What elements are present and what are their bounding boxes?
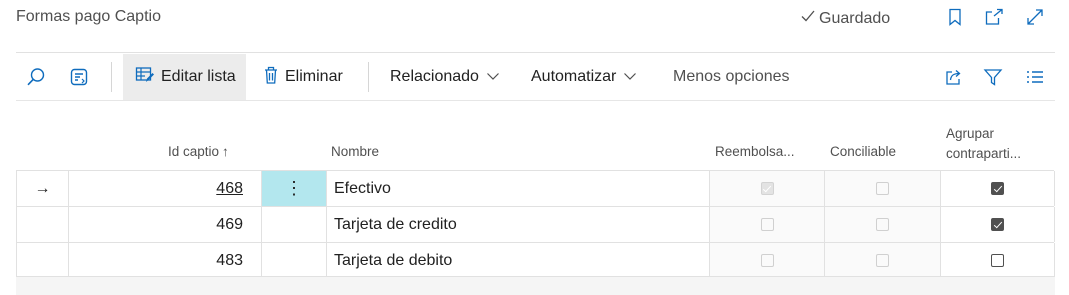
- chevron-down-icon: [623, 68, 637, 86]
- id-cell[interactable]: 469: [68, 207, 261, 242]
- column-header-reimbursable[interactable]: Reembolsa...: [715, 144, 795, 159]
- column-header-reconcilable[interactable]: Conciliable: [830, 144, 896, 159]
- filter-pane-icon[interactable]: [68, 66, 90, 88]
- row-actions-cell: [261, 207, 326, 242]
- name-cell[interactable]: Efectivo: [326, 171, 709, 206]
- id-cell[interactable]: 483: [68, 243, 261, 278]
- bookmark-icon[interactable]: [944, 6, 966, 28]
- table-row[interactable]: → 468 ⋮ Efectivo: [16, 170, 1055, 206]
- row-actions-button[interactable]: ⋮: [261, 171, 326, 206]
- group-checkbox[interactable]: [991, 218, 1004, 231]
- edit-list-button[interactable]: Editar lista: [123, 54, 246, 100]
- row-actions-cell: [261, 243, 326, 278]
- checkmark-icon: [800, 8, 816, 29]
- group-checkbox[interactable]: [991, 182, 1004, 195]
- share-icon[interactable]: [943, 66, 965, 88]
- edit-list-label: Editar lista: [161, 68, 236, 85]
- related-label: Relacionado: [390, 68, 479, 85]
- table-row[interactable]: 469 Tarjeta de credito: [16, 206, 1055, 242]
- header-divider: [16, 52, 1055, 53]
- reconcilable-checkbox: [876, 182, 889, 195]
- column-header-group-line2: contraparti...: [946, 146, 1022, 161]
- reimbursable-cell: [709, 207, 824, 242]
- open-new-window-icon[interactable]: [983, 6, 1005, 28]
- related-menu-button[interactable]: Relacionado: [390, 54, 500, 100]
- filter-icon[interactable]: [982, 66, 1004, 88]
- reconcilable-cell: [824, 207, 940, 242]
- list-view-icon[interactable]: [1024, 66, 1046, 88]
- reimbursable-checkbox: [760, 254, 774, 267]
- page-title: Formas pago Captio: [16, 8, 161, 25]
- group-cell[interactable]: [940, 171, 1055, 206]
- reimbursable-cell: [709, 171, 824, 206]
- fewer-options-label: Menos opciones: [673, 68, 790, 85]
- delete-button[interactable]: Eliminar: [263, 54, 343, 100]
- delete-label: Eliminar: [285, 68, 343, 85]
- automate-menu-button[interactable]: Automatizar: [531, 54, 637, 100]
- saved-status: Guardado: [800, 8, 890, 29]
- group-cell[interactable]: [940, 243, 1055, 278]
- group-checkbox[interactable]: [991, 254, 1004, 267]
- id-link[interactable]: 468: [216, 180, 243, 198]
- automate-label: Automatizar: [531, 68, 617, 85]
- chevron-down-icon: [486, 68, 500, 86]
- trash-icon: [263, 65, 279, 90]
- fewer-options-button[interactable]: Menos opciones: [673, 54, 790, 100]
- name-cell[interactable]: Tarjeta de debito: [326, 243, 709, 278]
- saved-label: Guardado: [819, 9, 891, 27]
- table-header: Id captio ↑ Nombre Reembolsa... Concilia…: [16, 120, 1055, 166]
- column-header-group[interactable]: Agrupar contraparti...: [946, 124, 1021, 164]
- group-cell[interactable]: [940, 207, 1055, 242]
- toolbar-separator: [111, 62, 112, 92]
- reconcilable-checkbox: [876, 218, 889, 231]
- action-bar: Editar lista Eliminar Relacionado Automa…: [16, 54, 1055, 100]
- toolbar-separator: [368, 62, 369, 92]
- edit-list-icon: [135, 66, 155, 89]
- row-selected-marker: →: [16, 171, 68, 206]
- id-cell[interactable]: 468: [68, 171, 261, 206]
- column-header-id[interactable]: Id captio ↑: [168, 144, 229, 159]
- row-marker-cell: [16, 243, 68, 278]
- toolbar-divider: [16, 100, 1055, 101]
- column-header-group-line1: Agrupar: [946, 126, 995, 141]
- row-marker-cell: [16, 207, 68, 242]
- grid-footer: [16, 277, 1055, 295]
- reconcilable-cell: [824, 171, 940, 206]
- column-header-id-label: Id captio: [168, 144, 220, 159]
- reimbursable-checkbox: [760, 182, 774, 195]
- column-header-name[interactable]: Nombre: [331, 144, 379, 159]
- reimbursable-checkbox: [760, 218, 774, 231]
- table-row[interactable]: 483 Tarjeta de debito: [16, 242, 1055, 278]
- sort-ascending-icon: ↑: [222, 144, 229, 159]
- search-icon[interactable]: [25, 66, 47, 88]
- reconcilable-cell: [824, 243, 940, 278]
- reconcilable-checkbox: [876, 254, 889, 267]
- reimbursable-cell: [709, 243, 824, 278]
- name-cell[interactable]: Tarjeta de credito: [326, 207, 709, 242]
- expand-icon[interactable]: [1024, 6, 1046, 28]
